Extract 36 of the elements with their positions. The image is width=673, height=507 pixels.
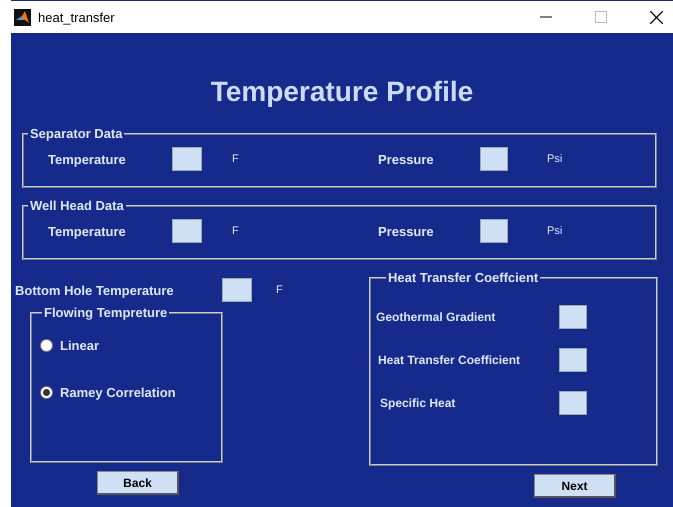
input-field[interactable] (480, 219, 508, 243)
unit-label: F (231, 225, 240, 237)
group-title: Heat Transfer Coeffcient (387, 270, 540, 285)
group-title: Separator Data (29, 126, 124, 141)
input-field[interactable] (172, 147, 202, 171)
input-field[interactable] (559, 348, 587, 372)
radio-button[interactable] (40, 386, 53, 399)
field-label: Temperature (48, 224, 127, 238)
input-field[interactable] (559, 305, 587, 329)
radio-button[interactable] (40, 339, 53, 352)
field-label: Heat Transfer Coefficient (377, 353, 522, 367)
page-heading: Temperature Profile (210, 75, 474, 109)
input-field[interactable] (172, 219, 202, 243)
field-label: Geothermal Gradient (376, 310, 496, 324)
radio-option[interactable]: Linear (40, 338, 100, 353)
maximize-icon[interactable] (595, 11, 607, 23)
field-label: Specific Heat (379, 396, 456, 410)
window-title: heat_transfer (38, 10, 116, 24)
radio-option[interactable]: Ramey Correlation (40, 385, 176, 400)
field-label: Pressure (378, 152, 435, 166)
app-logo-icon (14, 8, 31, 26)
input-field[interactable] (222, 278, 252, 302)
field-label: Temperature (48, 152, 127, 166)
group-title: Flowing Tempreture (43, 305, 168, 320)
input-field[interactable] (480, 147, 508, 171)
next-button[interactable]: Next (534, 474, 616, 498)
back-button[interactable]: Back (97, 471, 179, 495)
input-field[interactable] (559, 391, 587, 415)
unit-label: F (275, 284, 283, 296)
unit-label: Psi (546, 153, 564, 165)
unit-label: F (231, 153, 240, 165)
unit-label: Psi (546, 225, 564, 237)
field-label: Pressure (378, 224, 435, 238)
field-label: Bottom Hole Temperature (15, 282, 175, 298)
group-title: Well Head Data (29, 198, 125, 213)
close-icon[interactable] (650, 10, 663, 24)
